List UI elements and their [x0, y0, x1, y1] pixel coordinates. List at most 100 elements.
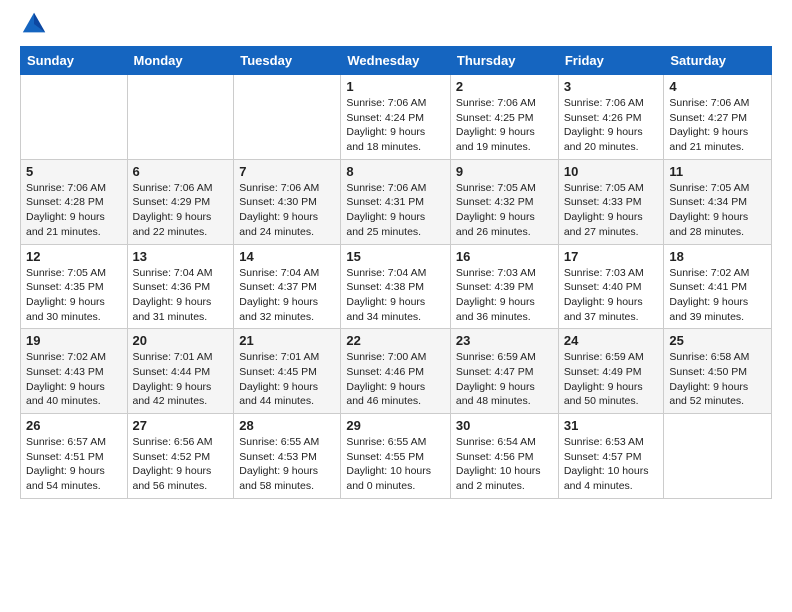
calendar-week-row: 5 Sunrise: 7:06 AM Sunset: 4:28 PM Daylig…: [21, 159, 772, 244]
calendar-cell: 9Sunrise: 7:05 AM Sunset: 4:32 PM Daylig…: [450, 159, 558, 244]
day-info: Sunrise: 6:57 AM Sunset: 4:51 PM Dayligh…: [26, 435, 122, 494]
calendar-week-row: 26 Sunrise: 6:57 AM Sunset: 4:51 PM Dayli…: [21, 414, 772, 499]
day-info: Sunrise: 7:01 AM Sunset: 4:45 PM Dayligh…: [239, 350, 335, 409]
day-number: 14: [239, 249, 335, 264]
day-number: 15: [346, 249, 445, 264]
day-number: 19: [26, 333, 122, 348]
day-info: Sunrise: 7:05 AM Sunset: 4:34 PM Dayligh…: [669, 181, 766, 240]
day-info: Sunrise: 6:55 AM Sunset: 4:55 PM Dayligh…: [346, 435, 445, 494]
day-number: 16: [456, 249, 553, 264]
day-number: 8: [346, 164, 445, 179]
day-number: 5: [26, 164, 122, 179]
day-number: 10: [564, 164, 659, 179]
day-number: 12: [26, 249, 122, 264]
day-number: 4: [669, 79, 766, 94]
day-number: 30: [456, 418, 553, 433]
calendar-cell: 16 Sunrise: 7:03 AM Sunset: 4:39 PM Dayli…: [450, 244, 558, 329]
day-info: Sunrise: 7:02 AM Sunset: 4:43 PM Dayligh…: [26, 350, 122, 409]
calendar-cell: [234, 75, 341, 160]
calendar-cell: 10 Sunrise: 7:05 AM Sunset: 4:33 PM Dayli…: [558, 159, 664, 244]
day-info: Sunrise: 6:56 AM Sunset: 4:52 PM Dayligh…: [133, 435, 229, 494]
weekday-header-friday: Friday: [558, 47, 664, 75]
day-number: 28: [239, 418, 335, 433]
calendar-cell: 25 Sunrise: 6:58 AM Sunset: 4:50 PM Dayli…: [664, 329, 772, 414]
calendar-cell: 5 Sunrise: 7:06 AM Sunset: 4:28 PM Daylig…: [21, 159, 128, 244]
day-info: Sunrise: 6:54 AM Sunset: 4:56 PM Dayligh…: [456, 435, 553, 494]
calendar-cell: 3 Sunrise: 7:06 AM Sunset: 4:26 PM Daylig…: [558, 75, 664, 160]
calendar-cell: 22Sunrise: 7:00 AM Sunset: 4:46 PM Dayli…: [341, 329, 451, 414]
calendar-table: SundayMondayTuesdayWednesdayThursdayFrid…: [20, 46, 772, 499]
day-number: 7: [239, 164, 335, 179]
day-number: 26: [26, 418, 122, 433]
calendar-cell: 29 Sunrise: 6:55 AM Sunset: 4:55 PM Dayli…: [341, 414, 451, 499]
day-number: 29: [346, 418, 445, 433]
day-info: Sunrise: 6:59 AM Sunset: 4:47 PM Dayligh…: [456, 350, 553, 409]
calendar-cell: 19 Sunrise: 7:02 AM Sunset: 4:43 PM Dayli…: [21, 329, 128, 414]
calendar-cell: 13 Sunrise: 7:04 AM Sunset: 4:36 PM Dayli…: [127, 244, 234, 329]
day-info: Sunrise: 6:59 AM Sunset: 4:49 PM Dayligh…: [564, 350, 659, 409]
calendar-cell: [664, 414, 772, 499]
day-info: Sunrise: 7:04 AM Sunset: 4:38 PM Dayligh…: [346, 266, 445, 325]
calendar-cell: 21Sunrise: 7:01 AM Sunset: 4:45 PM Dayli…: [234, 329, 341, 414]
calendar-week-row: 19 Sunrise: 7:02 AM Sunset: 4:43 PM Dayli…: [21, 329, 772, 414]
day-info: Sunrise: 6:55 AM Sunset: 4:53 PM Dayligh…: [239, 435, 335, 494]
weekday-header-row: SundayMondayTuesdayWednesdayThursdayFrid…: [21, 47, 772, 75]
calendar-cell: 27 Sunrise: 6:56 AM Sunset: 4:52 PM Dayli…: [127, 414, 234, 499]
weekday-header-sunday: Sunday: [21, 47, 128, 75]
day-info: Sunrise: 7:06 AM Sunset: 4:28 PM Dayligh…: [26, 181, 122, 240]
day-info: Sunrise: 7:03 AM Sunset: 4:39 PM Dayligh…: [456, 266, 553, 325]
day-number: 23: [456, 333, 553, 348]
calendar-cell: 23 Sunrise: 6:59 AM Sunset: 4:47 PM Dayli…: [450, 329, 558, 414]
calendar-cell: [127, 75, 234, 160]
day-info: Sunrise: 7:06 AM Sunset: 4:31 PM Dayligh…: [346, 181, 445, 240]
calendar-week-row: 12 Sunrise: 7:05 AM Sunset: 4:35 PM Dayli…: [21, 244, 772, 329]
calendar-cell: 15 Sunrise: 7:04 AM Sunset: 4:38 PM Dayli…: [341, 244, 451, 329]
day-info: Sunrise: 6:53 AM Sunset: 4:57 PM Dayligh…: [564, 435, 659, 494]
calendar-cell: 7Sunrise: 7:06 AM Sunset: 4:30 PM Daylig…: [234, 159, 341, 244]
day-info: Sunrise: 7:03 AM Sunset: 4:40 PM Dayligh…: [564, 266, 659, 325]
day-number: 17: [564, 249, 659, 264]
logo: [20, 10, 52, 38]
day-info: Sunrise: 7:06 AM Sunset: 4:27 PM Dayligh…: [669, 96, 766, 155]
calendar-cell: 20Sunrise: 7:01 AM Sunset: 4:44 PM Dayli…: [127, 329, 234, 414]
day-info: Sunrise: 7:04 AM Sunset: 4:36 PM Dayligh…: [133, 266, 229, 325]
calendar-cell: 17 Sunrise: 7:03 AM Sunset: 4:40 PM Dayli…: [558, 244, 664, 329]
weekday-header-wednesday: Wednesday: [341, 47, 451, 75]
day-number: 22: [346, 333, 445, 348]
day-number: 13: [133, 249, 229, 264]
calendar-cell: 28 Sunrise: 6:55 AM Sunset: 4:53 PM Dayli…: [234, 414, 341, 499]
calendar-cell: 8 Sunrise: 7:06 AM Sunset: 4:31 PM Daylig…: [341, 159, 451, 244]
weekday-header-thursday: Thursday: [450, 47, 558, 75]
day-number: 1: [346, 79, 445, 94]
day-info: Sunrise: 7:05 AM Sunset: 4:35 PM Dayligh…: [26, 266, 122, 325]
day-number: 18: [669, 249, 766, 264]
day-info: Sunrise: 7:05 AM Sunset: 4:33 PM Dayligh…: [564, 181, 659, 240]
day-info: Sunrise: 7:02 AM Sunset: 4:41 PM Dayligh…: [669, 266, 766, 325]
day-info: Sunrise: 7:06 AM Sunset: 4:29 PM Dayligh…: [133, 181, 229, 240]
calendar-cell: 6Sunrise: 7:06 AM Sunset: 4:29 PM Daylig…: [127, 159, 234, 244]
day-number: 25: [669, 333, 766, 348]
day-info: Sunrise: 7:05 AM Sunset: 4:32 PM Dayligh…: [456, 181, 553, 240]
calendar-cell: 26 Sunrise: 6:57 AM Sunset: 4:51 PM Dayli…: [21, 414, 128, 499]
day-number: 3: [564, 79, 659, 94]
calendar-cell: 24Sunrise: 6:59 AM Sunset: 4:49 PM Dayli…: [558, 329, 664, 414]
calendar-cell: [21, 75, 128, 160]
day-info: Sunrise: 7:06 AM Sunset: 4:25 PM Dayligh…: [456, 96, 553, 155]
day-info: Sunrise: 7:06 AM Sunset: 4:24 PM Dayligh…: [346, 96, 445, 155]
day-info: Sunrise: 7:06 AM Sunset: 4:26 PM Dayligh…: [564, 96, 659, 155]
logo-icon: [20, 10, 48, 38]
weekday-header-tuesday: Tuesday: [234, 47, 341, 75]
calendar-cell: 1 Sunrise: 7:06 AM Sunset: 4:24 PM Daylig…: [341, 75, 451, 160]
calendar-week-row: 1 Sunrise: 7:06 AM Sunset: 4:24 PM Daylig…: [21, 75, 772, 160]
weekday-header-saturday: Saturday: [664, 47, 772, 75]
calendar-cell: 2 Sunrise: 7:06 AM Sunset: 4:25 PM Daylig…: [450, 75, 558, 160]
day-info: Sunrise: 6:58 AM Sunset: 4:50 PM Dayligh…: [669, 350, 766, 409]
calendar-cell: 14Sunrise: 7:04 AM Sunset: 4:37 PM Dayli…: [234, 244, 341, 329]
day-info: Sunrise: 7:01 AM Sunset: 4:44 PM Dayligh…: [133, 350, 229, 409]
day-number: 31: [564, 418, 659, 433]
weekday-header-monday: Monday: [127, 47, 234, 75]
day-number: 2: [456, 79, 553, 94]
calendar-cell: 11Sunrise: 7:05 AM Sunset: 4:34 PM Dayli…: [664, 159, 772, 244]
day-number: 27: [133, 418, 229, 433]
page: SundayMondayTuesdayWednesdayThursdayFrid…: [0, 0, 792, 509]
